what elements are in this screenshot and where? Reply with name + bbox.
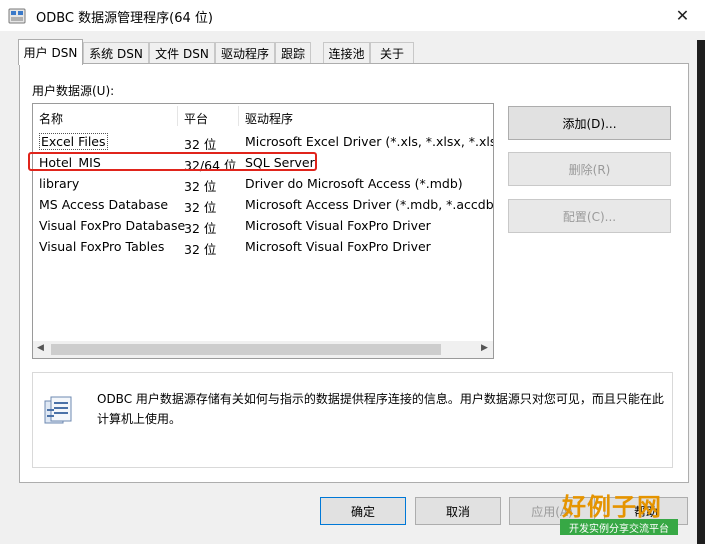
column-divider[interactable] bbox=[177, 106, 178, 126]
column-header-platform[interactable]: 平台 bbox=[184, 110, 208, 127]
list-item-driver: Driver do Microsoft Access (*.mdb) bbox=[245, 176, 463, 191]
horizontal-scrollbar[interactable]: ◀ ▶ bbox=[33, 341, 493, 358]
remove-button[interactable]: 删除(R) bbox=[508, 152, 671, 186]
list-item-name: MS Access Database bbox=[39, 197, 169, 212]
watermark-tagline: 开发实例分享交流平台 bbox=[560, 519, 678, 535]
scroll-left-icon[interactable]: ◀ bbox=[37, 343, 44, 353]
list-item-platform: 32 位 bbox=[184, 242, 217, 257]
user-data-sources-label: 用户数据源(U): bbox=[32, 84, 115, 98]
list-item-name: Visual FoxPro Tables bbox=[39, 239, 165, 254]
data-source-info-icon bbox=[43, 395, 75, 427]
tab-about[interactable]: 关于 bbox=[370, 42, 414, 63]
cancel-button[interactable]: 取消 bbox=[415, 497, 501, 525]
window-title: ODBC 数据源管理程序(64 位) bbox=[36, 11, 213, 26]
list-item-driver: Microsoft Visual FoxPro Driver bbox=[245, 218, 431, 233]
list-item-platform: 32 位 bbox=[184, 179, 217, 194]
list-item[interactable]: MS Access Database 32 位 Microsoft Access… bbox=[33, 194, 493, 215]
tab-user-dsn[interactable]: 用户 DSN bbox=[18, 39, 83, 65]
add-button[interactable]: 添加(D)... bbox=[508, 106, 671, 140]
tab-drivers[interactable]: 驱动程序 bbox=[215, 42, 275, 63]
ok-button[interactable]: 确定 bbox=[320, 497, 406, 525]
highlight-annotation bbox=[28, 152, 317, 171]
watermark-logo: 好例子网 bbox=[562, 492, 662, 521]
odbc-app-icon bbox=[8, 7, 26, 25]
list-item-name: library bbox=[39, 176, 80, 191]
info-text: ODBC 用户数据源存储有关如何与指示的数据提供程序连接的信息。用户数据源只对您… bbox=[97, 392, 664, 426]
column-header-name[interactable]: 名称 bbox=[39, 110, 63, 127]
column-divider[interactable] bbox=[238, 106, 239, 126]
list-item[interactable]: library 32 位 Driver do Microsoft Access … bbox=[33, 173, 493, 194]
list-item-driver: Microsoft Visual FoxPro Driver bbox=[245, 239, 431, 254]
column-header-driver[interactable]: 驱动程序 bbox=[245, 110, 293, 127]
scroll-right-icon[interactable]: ▶ bbox=[481, 343, 488, 353]
list-item-name: Visual FoxPro Database bbox=[39, 218, 186, 233]
list-item[interactable]: Excel Files 32 位 Microsoft Excel Driver … bbox=[33, 131, 493, 152]
list-item-driver: Microsoft Excel Driver (*.xls, *.xlsx, *… bbox=[245, 134, 493, 149]
tab-tracing[interactable]: 跟踪 bbox=[275, 42, 311, 63]
list-item-platform: 32 位 bbox=[184, 200, 217, 215]
list-item-platform: 32 位 bbox=[184, 221, 217, 236]
tab-file-dsn[interactable]: 文件 DSN bbox=[149, 42, 215, 63]
background-window-edge bbox=[697, 40, 705, 544]
info-box: ODBC 用户数据源存储有关如何与指示的数据提供程序连接的信息。用户数据源只对您… bbox=[32, 372, 673, 468]
list-item[interactable]: Visual FoxPro Tables 32 位 Microsoft Visu… bbox=[33, 236, 493, 257]
close-button[interactable]: ✕ bbox=[660, 0, 705, 31]
list-item-platform: 32 位 bbox=[184, 137, 217, 152]
scrollbar-thumb[interactable] bbox=[51, 344, 441, 355]
tab-system-dsn[interactable]: 系统 DSN bbox=[83, 42, 149, 63]
configure-button[interactable]: 配置(C)... bbox=[508, 199, 671, 233]
data-source-list[interactable]: 名称 平台 驱动程序 Excel Files 32 位 Microsoft Ex… bbox=[32, 103, 494, 359]
list-item-driver: Microsoft Access Driver (*.mdb, *.accdb) bbox=[245, 197, 494, 212]
list-item[interactable]: Visual FoxPro Database 32 位 Microsoft Vi… bbox=[33, 215, 493, 236]
list-item-name: Excel Files bbox=[39, 133, 108, 150]
tab-connection-pooling[interactable]: 连接池 bbox=[323, 42, 370, 63]
